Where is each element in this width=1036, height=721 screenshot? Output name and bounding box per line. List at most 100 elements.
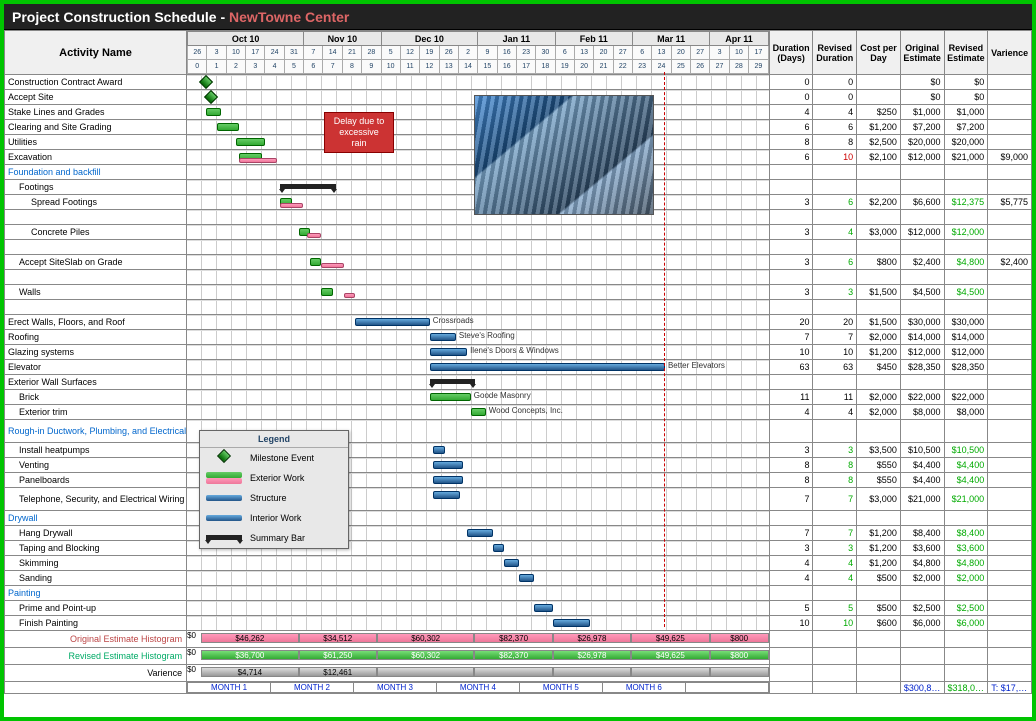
gantt-row[interactable]: ElevatorBetter Elevators6363$450$28,350$… — [5, 360, 1032, 375]
value-cell[interactable] — [857, 210, 901, 225]
task-bar[interactable] — [519, 574, 534, 582]
gantt-row[interactable] — [5, 300, 1032, 315]
value-cell[interactable]: $12,000 — [944, 225, 988, 240]
value-cell[interactable]: 10 — [813, 616, 857, 631]
task-bar[interactable] — [534, 604, 553, 612]
value-cell[interactable] — [944, 165, 988, 180]
value-cell[interactable]: 3 — [813, 443, 857, 458]
gantt-row[interactable] — [5, 240, 1032, 255]
value-cell[interactable]: $2,000 — [857, 405, 901, 420]
value-cell[interactable] — [988, 300, 1032, 315]
value-cell[interactable] — [900, 180, 944, 195]
value-cell[interactable] — [944, 586, 988, 601]
value-cell[interactable]: 4 — [813, 105, 857, 120]
value-cell[interactable] — [944, 270, 988, 285]
value-cell[interactable]: 7 — [769, 526, 813, 541]
histogram-bar[interactable]: $26,978 — [553, 633, 631, 643]
activity-name[interactable]: Construction Contract Award — [5, 75, 187, 90]
value-cell[interactable] — [857, 90, 901, 105]
value-cell[interactable]: $12,000 — [900, 345, 944, 360]
value-cell[interactable]: 3 — [769, 541, 813, 556]
value-cell[interactable]: $3,600 — [900, 541, 944, 556]
gantt-row[interactable]: BrickGoode Masonry1111$2,000$22,000$22,0… — [5, 390, 1032, 405]
value-cell[interactable]: 10 — [813, 150, 857, 165]
value-cell[interactable]: $6,000 — [900, 616, 944, 631]
value-cell[interactable]: $7,200 — [900, 120, 944, 135]
value-cell[interactable] — [857, 511, 901, 526]
value-cell[interactable]: $800 — [857, 255, 901, 270]
value-cell[interactable]: 0 — [813, 90, 857, 105]
gantt-row[interactable]: Erect Walls, Floors, and RoofCrossroads2… — [5, 315, 1032, 330]
value-cell[interactable] — [988, 135, 1032, 150]
gantt-row[interactable]: Venting88$550$4,400$4,400 — [5, 458, 1032, 473]
gantt-row[interactable] — [5, 270, 1032, 285]
value-cell[interactable] — [857, 75, 901, 90]
value-cell[interactable] — [988, 105, 1032, 120]
histogram-bar[interactable] — [377, 667, 474, 677]
value-cell[interactable]: $7,200 — [944, 120, 988, 135]
histogram-bar[interactable]: $800 — [710, 633, 769, 643]
value-cell[interactable]: 3 — [769, 195, 813, 210]
value-cell[interactable]: 10 — [769, 616, 813, 631]
value-cell[interactable] — [900, 375, 944, 390]
activity-name[interactable]: Glazing systems — [5, 345, 187, 360]
value-cell[interactable]: $20,000 — [944, 135, 988, 150]
value-cell[interactable]: 4 — [769, 405, 813, 420]
value-cell[interactable]: $500 — [857, 571, 901, 586]
task-bar[interactable] — [471, 408, 486, 416]
value-cell[interactable]: 8 — [769, 135, 813, 150]
gantt-row[interactable]: Sanding44$500$2,000$2,000 — [5, 571, 1032, 586]
value-cell[interactable]: $3,000 — [857, 225, 901, 240]
gantt-row[interactable]: Walls33$1,500$4,500$4,500 — [5, 285, 1032, 300]
value-cell[interactable]: 6 — [769, 150, 813, 165]
revised-bar[interactable] — [239, 158, 276, 163]
value-cell[interactable] — [900, 240, 944, 255]
activity-name[interactable]: Skimming — [5, 556, 187, 571]
value-cell[interactable] — [813, 375, 857, 390]
value-cell[interactable] — [813, 165, 857, 180]
value-cell[interactable]: $4,400 — [900, 473, 944, 488]
value-cell[interactable]: $21,000 — [944, 150, 988, 165]
activity-name[interactable] — [5, 240, 187, 255]
value-cell[interactable] — [813, 586, 857, 601]
value-cell[interactable]: $600 — [857, 616, 901, 631]
task-bar[interactable] — [430, 393, 471, 401]
value-cell[interactable] — [769, 586, 813, 601]
value-cell[interactable]: 4 — [813, 405, 857, 420]
value-cell[interactable]: 4 — [769, 105, 813, 120]
col-orig[interactable]: Original Estimate — [900, 31, 944, 75]
revised-bar[interactable] — [321, 263, 343, 268]
value-cell[interactable]: 8 — [813, 135, 857, 150]
value-cell[interactable] — [988, 443, 1032, 458]
value-cell[interactable]: $1,200 — [857, 120, 901, 135]
value-cell[interactable]: $0 — [900, 90, 944, 105]
gantt-row[interactable]: Accept SiteSlab on Grade36$800$2,400$4,8… — [5, 255, 1032, 270]
activity-name[interactable]: Foundation and backfill — [5, 165, 187, 180]
value-cell[interactable] — [900, 420, 944, 443]
value-cell[interactable]: 10 — [813, 345, 857, 360]
activity-name[interactable] — [5, 210, 187, 225]
task-bar[interactable] — [321, 288, 332, 296]
value-cell[interactable] — [988, 120, 1032, 135]
value-cell[interactable]: $4,800 — [900, 556, 944, 571]
value-cell[interactable]: $2,500 — [857, 135, 901, 150]
value-cell[interactable]: 0 — [769, 90, 813, 105]
value-cell[interactable]: $1,200 — [857, 345, 901, 360]
value-cell[interactable]: 7 — [769, 330, 813, 345]
value-cell[interactable]: $8,400 — [900, 526, 944, 541]
gantt-row[interactable]: Telephone, Security, and Electrical Wiri… — [5, 488, 1032, 511]
value-cell[interactable]: $5,775 — [988, 195, 1032, 210]
histogram-bar[interactable]: $36,700 — [201, 650, 298, 660]
gantt-row[interactable]: Prime and Point-up55$500$2,500$2,500 — [5, 601, 1032, 616]
gantt-row[interactable]: Finish Painting1010$600$6,000$6,000 — [5, 616, 1032, 631]
value-cell[interactable]: 7 — [813, 330, 857, 345]
value-cell[interactable] — [988, 240, 1032, 255]
value-cell[interactable]: 7 — [813, 526, 857, 541]
value-cell[interactable] — [988, 473, 1032, 488]
value-cell[interactable]: 11 — [769, 390, 813, 405]
value-cell[interactable] — [988, 488, 1032, 511]
value-cell[interactable] — [813, 511, 857, 526]
value-cell[interactable]: $2,000 — [857, 390, 901, 405]
value-cell[interactable] — [988, 511, 1032, 526]
activity-name[interactable]: Excavation — [5, 150, 187, 165]
